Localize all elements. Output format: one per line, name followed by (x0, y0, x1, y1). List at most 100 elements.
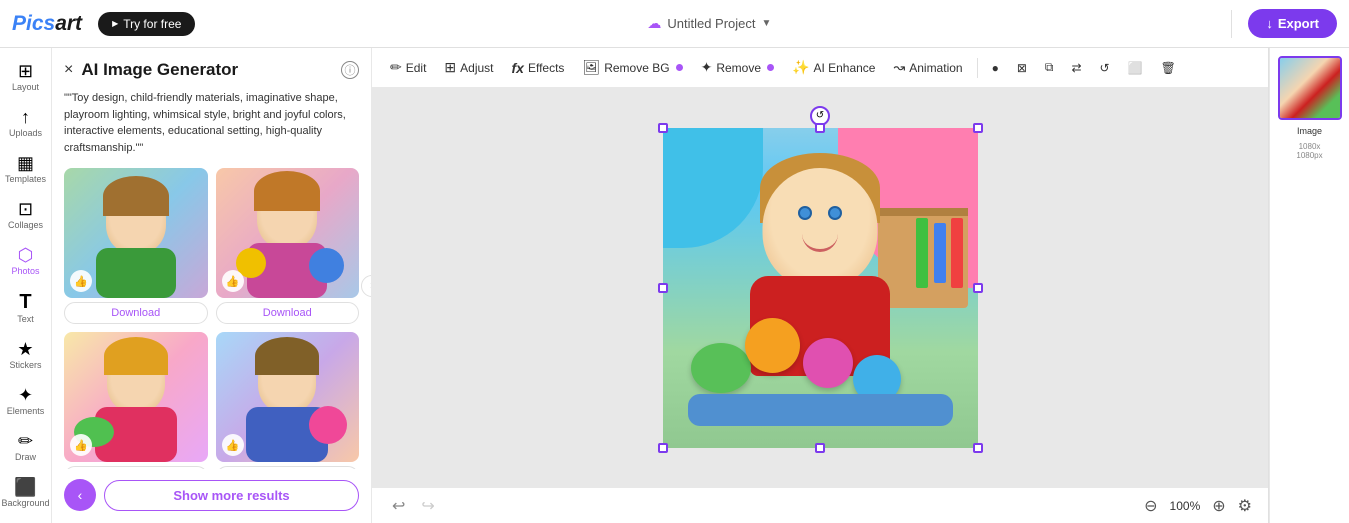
export-button[interactable]: ↓ Export (1248, 9, 1337, 38)
adjust-tool-wrap: ⊞ Adjust (436, 55, 501, 80)
handle-tr[interactable] (973, 123, 983, 133)
brush-icon: ● (992, 61, 999, 75)
text-icon: T (19, 292, 31, 312)
animation-button[interactable]: ↝ Animation (885, 55, 970, 80)
ai-panel-close-button[interactable]: × (64, 61, 73, 79)
shelf-item-3 (916, 218, 928, 288)
sidebar-item-collages[interactable]: ⊡ Collages (4, 194, 48, 236)
handle-tm[interactable] (815, 123, 825, 133)
canvas-image-wrapper[interactable]: ↺ (663, 128, 978, 448)
redo-button[interactable]: ↪ (417, 492, 438, 520)
sidebar-item-uploads[interactable]: ↑ Uploads (4, 102, 48, 144)
handle-mr[interactable] (973, 283, 983, 293)
layers-icon: ⧉ (1045, 60, 1054, 75)
zoom-in-button[interactable]: ⊕ (1206, 494, 1231, 518)
handle-br[interactable] (973, 443, 983, 453)
ai-image-generator-panel: × AI Image Generator ⓘ ""Toy design, chi… (52, 48, 372, 523)
remove-button[interactable]: ✦ Remove (693, 55, 782, 80)
project-name: Untitled Project (667, 16, 755, 31)
ai-enhance-tool-wrap: ✨ AI Enhance (784, 55, 883, 80)
sidebar-item-photos[interactable]: ⬡ Photos (4, 240, 48, 282)
layer-label: Image (1297, 126, 1322, 136)
layer-thumbnail[interactable] (1278, 56, 1342, 120)
rotate-tool-button[interactable]: ↺ (1092, 57, 1118, 79)
ai-panel-header: × AI Image Generator ⓘ (64, 60, 359, 80)
crop-tool-button[interactable]: ⊠ (1009, 57, 1035, 79)
handle-ml[interactable] (658, 283, 668, 293)
canvas-area[interactable]: ↺ (372, 88, 1268, 487)
zoom-level-display: 100% (1170, 499, 1201, 513)
handle-tl[interactable] (658, 123, 668, 133)
canvas-settings-button[interactable]: ⚙ (1238, 496, 1252, 516)
like-icon-1[interactable]: 👍 (70, 270, 92, 292)
frame-tool-button[interactable]: ⬜ (1120, 57, 1151, 79)
canvas-image (663, 128, 978, 448)
shelf-item-2 (934, 223, 946, 283)
edit-button[interactable]: ✏ Edit (382, 55, 434, 80)
flip-icon: ⇄ (1071, 61, 1081, 75)
download-button-1[interactable]: Download (64, 302, 208, 324)
download-button-3[interactable]: Download (64, 466, 208, 469)
like-icon-2[interactable]: 👍 (222, 270, 244, 292)
rotate-icon: ↺ (1100, 61, 1110, 75)
handle-bl[interactable] (658, 443, 668, 453)
ai-panel-info-button[interactable]: ⓘ (341, 61, 359, 79)
photos-icon: ⬡ (18, 246, 34, 264)
download-button-2[interactable]: Download (216, 302, 360, 324)
brush-tool-button[interactable]: ● (984, 57, 1007, 79)
ai-image-card-2[interactable]: 👍 Download (216, 168, 360, 324)
back-button[interactable]: ‹ (64, 479, 96, 511)
layers-tool-button[interactable]: ⧉ (1037, 56, 1062, 79)
thumbnail-preview (1280, 58, 1340, 118)
effects-button[interactable]: fx Effects (504, 56, 573, 80)
project-name-area[interactable]: ☁ Untitled Project ▼ (203, 15, 1215, 32)
zoom-out-button[interactable]: ⊖ (1138, 494, 1163, 518)
shelf-item-1 (951, 218, 963, 288)
logo: Picsart (12, 12, 82, 36)
crop-icon: ⊠ (1017, 61, 1027, 75)
show-more-button[interactable]: Show more results (104, 480, 359, 511)
ai-image-card-4[interactable]: 👍 Download (216, 332, 360, 469)
ai-image-card-3[interactable]: 👍 Download (64, 332, 208, 469)
handle-bm[interactable] (815, 443, 825, 453)
background-icon: ⬛ (14, 478, 36, 496)
effects-tool-wrap: fx Effects (504, 56, 573, 80)
right-panel: Image 1080x1080px (1269, 48, 1349, 523)
sidebar-item-elements[interactable]: ✦ Elements (4, 380, 48, 422)
sidebar-item-background[interactable]: ⬛ Background (4, 472, 48, 514)
try-for-free-button[interactable]: Try for free (98, 12, 195, 36)
layout-icon: ⊞ (18, 62, 33, 80)
topbar: Picsart Try for free ☁ Untitled Project … (0, 0, 1349, 48)
ai-enhance-button[interactable]: ✨ AI Enhance (784, 55, 883, 80)
toy-pink (803, 338, 853, 388)
sidebar-item-draw[interactable]: ✏ Draw (4, 426, 48, 468)
remove-bg-badge (676, 64, 683, 71)
adjust-icon: ⊞ (444, 59, 456, 76)
adjust-button[interactable]: ⊞ Adjust (436, 55, 501, 80)
like-icon-3[interactable]: 👍 (70, 434, 92, 456)
like-icon-4[interactable]: 👍 (222, 434, 244, 456)
sidebar-item-templates[interactable]: ▦ Templates (4, 148, 48, 190)
sidebar-item-text[interactable]: T Text (4, 286, 48, 330)
sidebar-item-account[interactable]: 👤 (4, 518, 48, 523)
remove-bg-button[interactable]: 🖼 Remove BG (574, 55, 690, 80)
eye-left (798, 206, 812, 220)
download-button-4[interactable]: Download (216, 466, 360, 469)
toy-tray (688, 394, 953, 426)
bg-shape-blue (663, 128, 763, 248)
project-dropdown-icon[interactable]: ▼ (762, 18, 772, 29)
delete-tool-button[interactable]: 🗑 (1153, 57, 1184, 79)
undo-button[interactable]: ↩ (388, 492, 409, 520)
sidebar-item-layout[interactable]: ⊞ Layout (4, 56, 48, 98)
undo-redo-area: ↩ ↪ (388, 492, 439, 520)
remove-badge (767, 64, 774, 71)
remove-tool-wrap: ✦ Remove (693, 55, 782, 80)
panel-collapse-arrow[interactable]: › (361, 275, 372, 297)
sidebar-item-stickers[interactable]: ★ Stickers (4, 334, 48, 376)
ai-image-card-1[interactable]: 👍 Download (64, 168, 208, 324)
templates-icon: ▦ (17, 154, 34, 172)
ai-prompt-text: ""Toy design, child-friendly materials, … (64, 90, 359, 156)
topbar-divider (1231, 10, 1232, 38)
flip-tool-button[interactable]: ⇄ (1063, 57, 1089, 79)
remove-bg-icon: 🖼 (582, 59, 600, 76)
